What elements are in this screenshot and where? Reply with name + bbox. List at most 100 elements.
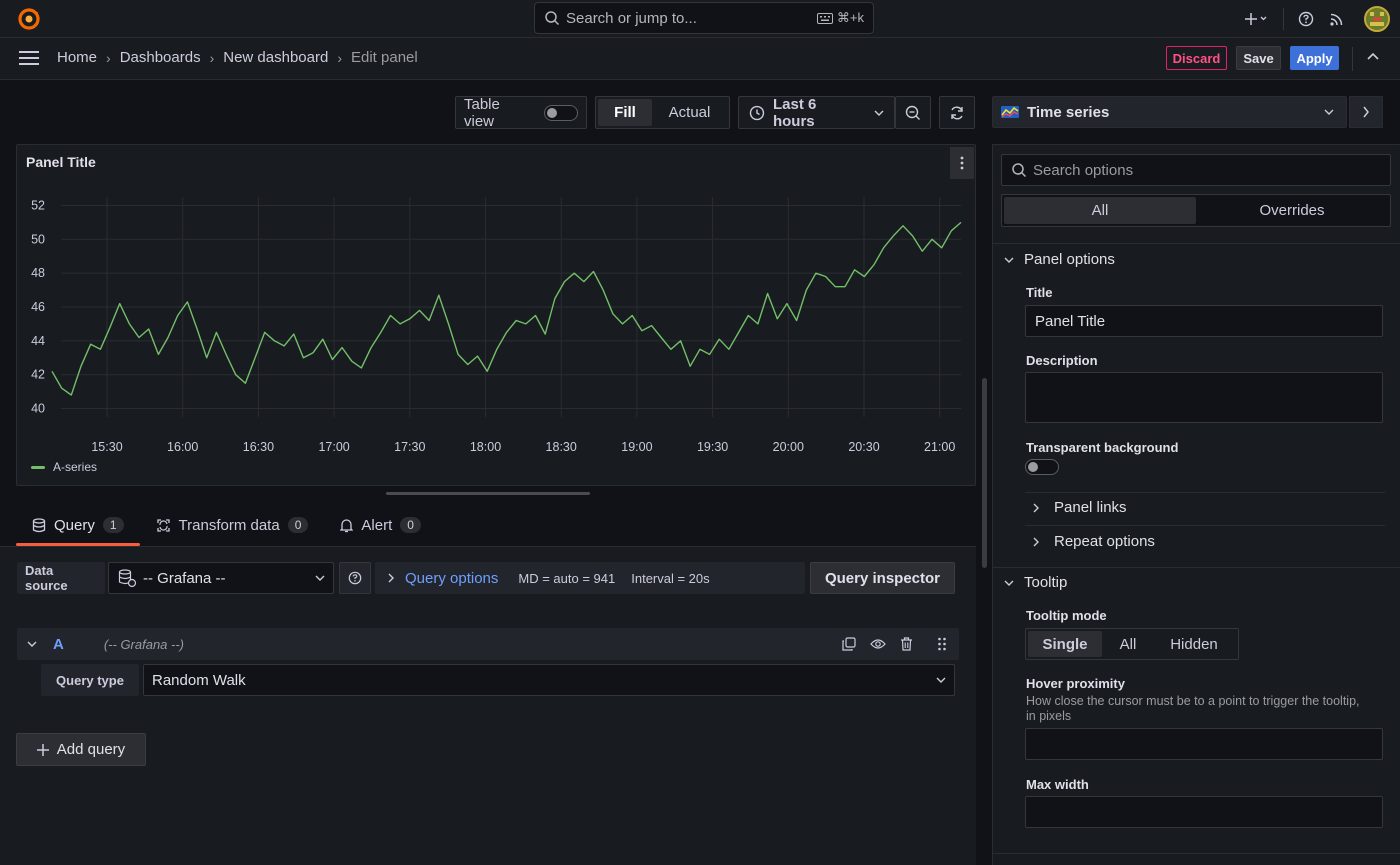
breadcrumb-new-dashboard[interactable]: New dashboard: [223, 49, 328, 66]
time-range-picker[interactable]: Last 6 hours: [738, 95, 895, 130]
table-view-switch[interactable]: [544, 104, 578, 121]
max-width-input[interactable]: [1025, 796, 1383, 828]
keyboard-icon: [816, 12, 833, 24]
breadcrumb: Home › Dashboards › New dashboard › Edit…: [57, 49, 418, 66]
chevron-down-icon: [874, 110, 884, 116]
x-tick-label: 19:30: [697, 440, 728, 454]
tab-overrides[interactable]: Overrides: [1196, 197, 1388, 224]
y-tick-label: 52: [31, 198, 45, 212]
tab-alert[interactable]: Alert 0: [324, 506, 437, 544]
panel-resize-handle[interactable]: [386, 492, 590, 495]
panel-options-header[interactable]: Panel options: [1004, 251, 1115, 268]
chevron-right-icon: ›: [337, 49, 342, 66]
visualization-picker[interactable]: Time series: [992, 96, 1347, 128]
more-vertical-icon: [960, 156, 964, 170]
repeat-options-header[interactable]: Repeat options: [1032, 533, 1155, 550]
news-button[interactable]: [1318, 11, 1356, 27]
user-avatar[interactable]: [1364, 6, 1390, 32]
time-series-chart[interactable]: 40 42 44 46 48 50 52 15:30 16:00 16:30 17:00 17:30 1…: [17, 185, 975, 465]
drag-handle-icon[interactable]: [937, 637, 947, 651]
query-inspector-button[interactable]: Query inspector: [810, 562, 955, 594]
fill-option[interactable]: Fill: [598, 99, 652, 126]
search-shortcut: ⌘+k: [816, 10, 864, 26]
divider: [992, 853, 1400, 854]
help-button[interactable]: [1294, 11, 1318, 27]
breadcrumb-home[interactable]: Home: [57, 49, 97, 66]
new-plus-button[interactable]: [1239, 12, 1273, 26]
legend-swatch: [31, 465, 45, 469]
tab-query[interactable]: Query 1: [16, 506, 140, 546]
add-query-button[interactable]: Add query: [16, 733, 146, 766]
data-source-select[interactable]: -- Grafana --: [108, 562, 334, 594]
add-query-label: Add query: [56, 741, 126, 758]
save-button[interactable]: Save: [1236, 46, 1281, 70]
hover-proximity-description: How close the cursor must be to a point …: [1026, 694, 1360, 723]
apply-button[interactable]: Apply: [1290, 46, 1339, 70]
panel-links-header[interactable]: Panel links: [1032, 499, 1127, 516]
x-tick-label: 20:00: [773, 440, 804, 454]
tooltip-header[interactable]: Tooltip: [1004, 574, 1067, 591]
tooltip-mode-all[interactable]: All: [1102, 631, 1154, 657]
time-range-label: Last 6 hours: [772, 95, 817, 130]
zoom-out-button[interactable]: [895, 96, 931, 129]
trash-icon[interactable]: [900, 637, 913, 651]
x-tick-label: 17:30: [394, 440, 425, 454]
tooltip-mode-hidden[interactable]: Hidden: [1154, 631, 1234, 657]
tab-transform[interactable]: Transform data 0: [140, 506, 325, 544]
chevron-right-icon: [388, 573, 394, 583]
description-field-label: Description: [1026, 353, 1098, 368]
hover-proximity-input[interactable]: [1025, 728, 1383, 760]
refresh-button[interactable]: [939, 96, 975, 129]
eye-icon[interactable]: [870, 638, 886, 650]
divider: [992, 243, 1400, 244]
breadcrumb-dashboards[interactable]: Dashboards: [120, 49, 201, 66]
avatar-icon: [1366, 8, 1388, 30]
data-source-label: Data source: [17, 562, 105, 594]
scrollbar[interactable]: [982, 378, 987, 568]
discard-button[interactable]: Discard: [1166, 46, 1227, 70]
legend-label[interactable]: A-series: [53, 460, 97, 474]
query-options-link[interactable]: Query options: [405, 570, 498, 587]
x-tick-label: 20:30: [848, 440, 879, 454]
chevron-up-icon[interactable]: [1366, 52, 1380, 62]
query-row-header[interactable]: A (-- Grafana --): [17, 628, 959, 660]
actual-option[interactable]: Actual: [652, 99, 727, 126]
y-tick-label: 50: [31, 232, 45, 246]
query-row-actions: [842, 637, 947, 651]
shortcut-text: ⌘+k: [836, 10, 864, 25]
query-letter[interactable]: A: [53, 636, 64, 653]
y-tick-label: 48: [31, 266, 45, 280]
tooltip-mode-switch: Single All Hidden: [1025, 628, 1239, 660]
panel-menu-button[interactable]: [950, 147, 974, 179]
toggle-options-pane-button[interactable]: [1349, 96, 1383, 128]
refresh-icon: [951, 106, 963, 119]
description-textarea[interactable]: [1025, 372, 1383, 423]
chevron-down-icon[interactable]: [27, 640, 37, 648]
options-search-input[interactable]: Search options: [1001, 154, 1391, 186]
breadcrumb-edit-panel: Edit panel: [351, 49, 418, 66]
grafana-logo-icon[interactable]: [16, 6, 42, 32]
divider: [1025, 525, 1385, 526]
query-tabs: Query 1 Transform data 0 Alert 0: [16, 506, 437, 546]
chevron-down-icon: [936, 677, 946, 683]
duplicate-icon[interactable]: [842, 637, 856, 651]
tab-all[interactable]: All: [1004, 197, 1196, 224]
panel-options-title: Panel options: [1024, 251, 1115, 268]
x-tick-label: 16:00: [167, 440, 198, 454]
series-line: [51, 221, 962, 396]
menu-icon[interactable]: [18, 50, 40, 66]
table-view-toggle[interactable]: Table view: [455, 96, 587, 130]
search-bar[interactable]: Search or jump to... ⌘+k: [534, 2, 874, 34]
chevron-down-icon: [315, 575, 325, 581]
query-editor-area: [0, 547, 976, 865]
plus-icon: [1245, 13, 1267, 25]
title-input[interactable]: Panel Title: [1025, 305, 1383, 337]
tooltip-mode-single[interactable]: Single: [1028, 631, 1102, 657]
max-data-points: MD = auto = 941: [518, 570, 616, 586]
query-type-select[interactable]: Random Walk: [143, 664, 955, 696]
transform-icon: [156, 518, 170, 532]
query-options-bar[interactable]: Query options MD = auto = 941 Interval =…: [375, 562, 805, 594]
transparent-background-switch[interactable]: [1025, 459, 1059, 475]
data-source-help-button[interactable]: [339, 562, 371, 594]
title-field-label: Title: [1026, 285, 1053, 300]
